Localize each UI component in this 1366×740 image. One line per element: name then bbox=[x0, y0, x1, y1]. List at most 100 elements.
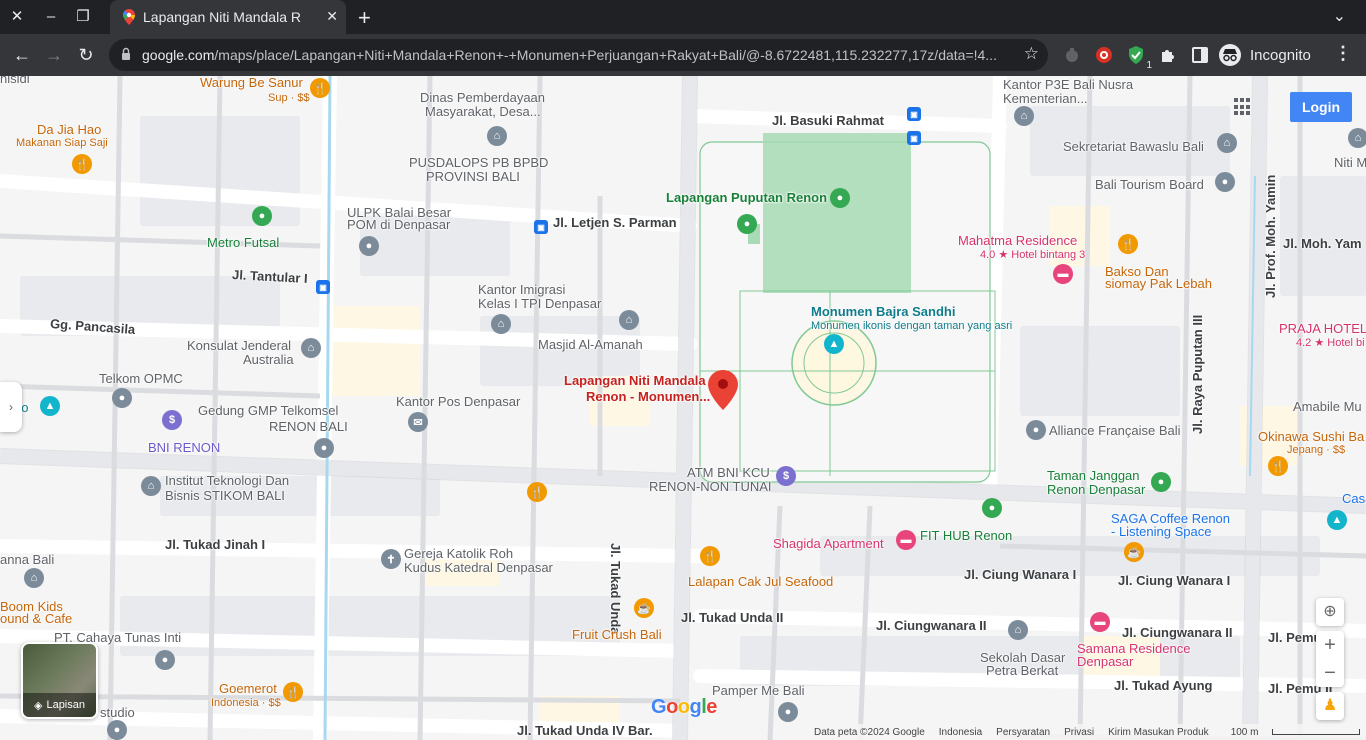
place-label[interactable]: Sekretariat Bawaslu Bali bbox=[1063, 140, 1204, 154]
tab-search-chevron-icon[interactable]: ⌄ bbox=[1333, 6, 1346, 26]
place-label[interactable]: Masjid Al-Amanah bbox=[538, 338, 643, 352]
google-apps-icon[interactable] bbox=[1234, 98, 1252, 116]
extension-red-icon[interactable] bbox=[1094, 45, 1114, 65]
place-label[interactable]: Alliance Française Bali bbox=[1049, 424, 1181, 438]
restore-window-icon[interactable]: ❐ bbox=[72, 6, 94, 28]
place-label[interactable]: Bali Tourism Board bbox=[1095, 178, 1204, 192]
place-pin-icon[interactable]: ● bbox=[1026, 420, 1046, 440]
place-label[interactable]: Telkom OPMC bbox=[99, 372, 183, 386]
restaurant-icon[interactable]: 🍴 bbox=[527, 482, 547, 502]
selected-place-marker-icon[interactable] bbox=[708, 370, 738, 410]
place-label[interactable]: Dinas Pemberdayaan bbox=[420, 91, 545, 105]
place-label[interactable]: Kementerian... bbox=[1003, 92, 1088, 106]
government-building-icon[interactable]: ⌂ bbox=[491, 314, 511, 334]
place-label[interactable]: Niti M bbox=[1334, 156, 1366, 170]
park-pin-icon[interactable]: ● bbox=[830, 188, 850, 208]
bus-stop-icon[interactable]: ▣ bbox=[907, 107, 921, 121]
zoom-out-icon[interactable]: − bbox=[1316, 659, 1344, 687]
hotel-icon[interactable]: ▬ bbox=[1090, 612, 1110, 632]
layers-button[interactable]: ◈ Lapisan bbox=[21, 642, 98, 719]
place-label[interactable]: Goemerot bbox=[219, 682, 277, 696]
extension-puzzle-grey-icon[interactable] bbox=[1062, 45, 1082, 65]
cafe-icon[interactable]: ☕ bbox=[634, 598, 654, 618]
place-label[interactable]: ound & Cafe bbox=[0, 612, 72, 626]
place-label[interactable]: POM di Denpasar bbox=[347, 218, 450, 232]
shop-icon[interactable]: ▲ bbox=[1327, 510, 1347, 530]
school-icon[interactable]: ⌂ bbox=[1008, 620, 1028, 640]
place-label[interactable]: Okinawa Sushi Ba bbox=[1258, 430, 1364, 444]
close-window-icon[interactable]: ✕ bbox=[6, 6, 28, 28]
restaurant-icon[interactable]: 🍴 bbox=[1268, 456, 1288, 476]
place-label[interactable]: anna Bali bbox=[0, 553, 54, 567]
footer-link-region[interactable]: Indonesia bbox=[939, 727, 982, 738]
footer-link-terms[interactable]: Persyaratan bbox=[996, 727, 1050, 738]
place-label[interactable]: Monumen Bajra Sandhi bbox=[811, 305, 955, 319]
restaurant-icon[interactable]: 🍴 bbox=[1118, 234, 1138, 254]
place-label[interactable]: Lapangan Puputan Renon bbox=[666, 191, 827, 205]
atm-icon[interactable]: $ bbox=[776, 466, 796, 486]
place-label[interactable]: PUSDALOPS PB BPBD bbox=[409, 156, 548, 170]
place-label[interactable]: Lalapan Cak Jul Seafood bbox=[688, 575, 833, 589]
monument-icon[interactable]: ▲ bbox=[824, 334, 844, 354]
place-label[interactable]: Bisnis STIKOM BALI bbox=[165, 489, 285, 503]
browser-menu-icon[interactable]: ⋮ bbox=[1334, 43, 1352, 64]
place-label[interactable]: Fruit Crush Bali bbox=[572, 628, 662, 642]
footer-link-feedback[interactable]: Kirim Masukan Produk bbox=[1108, 727, 1209, 738]
place-label[interactable]: Warung Be Sanur bbox=[200, 76, 303, 90]
expand-side-panel-chevron-icon[interactable]: › bbox=[0, 382, 22, 432]
place-label[interactable]: Taman Janggan bbox=[1047, 469, 1140, 483]
place-label[interactable]: Gereja Katolik Roh bbox=[404, 547, 513, 561]
place-pin-icon[interactable]: ● bbox=[107, 720, 127, 740]
place-label[interactable]: Kelas I TPI Denpasar bbox=[478, 297, 601, 311]
place-label[interactable]: Denpasar bbox=[1077, 655, 1133, 669]
government-building-icon[interactable]: ⌂ bbox=[301, 338, 321, 358]
forward-arrow-icon[interactable]: → bbox=[41, 42, 67, 68]
active-tab[interactable]: Lapangan Niti Mandala R ✕ bbox=[110, 0, 346, 34]
place-label[interactable]: BNI RENON bbox=[148, 441, 220, 455]
place-label[interactable]: Metro Futsal bbox=[207, 236, 279, 250]
place-label[interactable]: PROVINSI BALI bbox=[426, 170, 520, 184]
park-pin-icon[interactable]: ● bbox=[982, 498, 1002, 518]
restaurant-icon[interactable]: 🍴 bbox=[310, 78, 330, 98]
church-icon[interactable]: ✝ bbox=[381, 549, 401, 569]
mosque-icon[interactable]: ⌂ bbox=[619, 310, 639, 330]
place-label[interactable]: Amabile Mu bbox=[1293, 400, 1362, 414]
restaurant-icon[interactable]: 🍴 bbox=[700, 546, 720, 566]
park-pin-icon[interactable]: ● bbox=[1151, 472, 1171, 492]
bus-stop-icon[interactable]: ▣ bbox=[316, 280, 330, 294]
place-label[interactable]: PRAJA HOTEL bbox=[1279, 322, 1366, 336]
place-pin-icon[interactable]: ● bbox=[1215, 172, 1235, 192]
extensions-puzzle-icon[interactable] bbox=[1158, 45, 1178, 65]
extension-shield-icon[interactable]: 1 bbox=[1126, 45, 1152, 71]
place-pin-icon[interactable]: ● bbox=[112, 388, 132, 408]
selected-place-label-line2[interactable]: Renon - Monumen... bbox=[586, 390, 710, 404]
footer-link-privacy[interactable]: Privasi bbox=[1064, 727, 1094, 738]
government-building-icon[interactable]: ⌂ bbox=[1348, 128, 1366, 148]
place-label[interactable]: Masyarakat, Desa... bbox=[425, 105, 541, 119]
place-label[interactable]: Kantor Imigrasi bbox=[478, 283, 565, 297]
selected-place-label[interactable]: Lapangan Niti Mandala bbox=[564, 374, 706, 388]
back-arrow-icon[interactable]: ← bbox=[9, 42, 35, 68]
place-label[interactable]: Gedung GMP Telkomsel bbox=[198, 404, 338, 418]
pegman-icon[interactable]: ♟ bbox=[1316, 692, 1344, 720]
place-label[interactable]: Australia bbox=[243, 353, 294, 367]
government-building-icon[interactable]: ⌂ bbox=[1217, 133, 1237, 153]
side-panel-icon[interactable] bbox=[1190, 45, 1210, 65]
park-pin-icon[interactable]: ● bbox=[252, 206, 272, 226]
address-bar[interactable]: google.com/maps/place/Lapangan+Niti+Mand… bbox=[109, 39, 1048, 71]
place-label[interactable]: Shagida Apartment bbox=[773, 537, 884, 551]
hotel-icon[interactable]: ▬ bbox=[896, 530, 916, 550]
cafe-icon[interactable]: ☕ bbox=[1124, 542, 1144, 562]
place-label[interactable]: Mahatma Residence bbox=[958, 234, 1077, 248]
place-label[interactable]: Pamper Me Bali bbox=[712, 684, 804, 698]
place-label[interactable]: RENON-NON TUNAI bbox=[649, 480, 772, 494]
scale-label[interactable]: 100 m bbox=[1231, 727, 1259, 738]
bank-icon[interactable]: $ bbox=[162, 410, 182, 430]
university-icon[interactable]: ⌂ bbox=[141, 476, 161, 496]
place-pin-icon[interactable]: ● bbox=[314, 438, 334, 458]
minimize-window-icon[interactable]: – bbox=[40, 6, 62, 28]
government-building-icon[interactable]: ⌂ bbox=[487, 126, 507, 146]
place-label[interactable]: Da Jia Hao bbox=[37, 123, 101, 137]
place-label[interactable]: ATM BNI KCU bbox=[687, 466, 770, 480]
place-pin-icon[interactable]: ● bbox=[359, 236, 379, 256]
